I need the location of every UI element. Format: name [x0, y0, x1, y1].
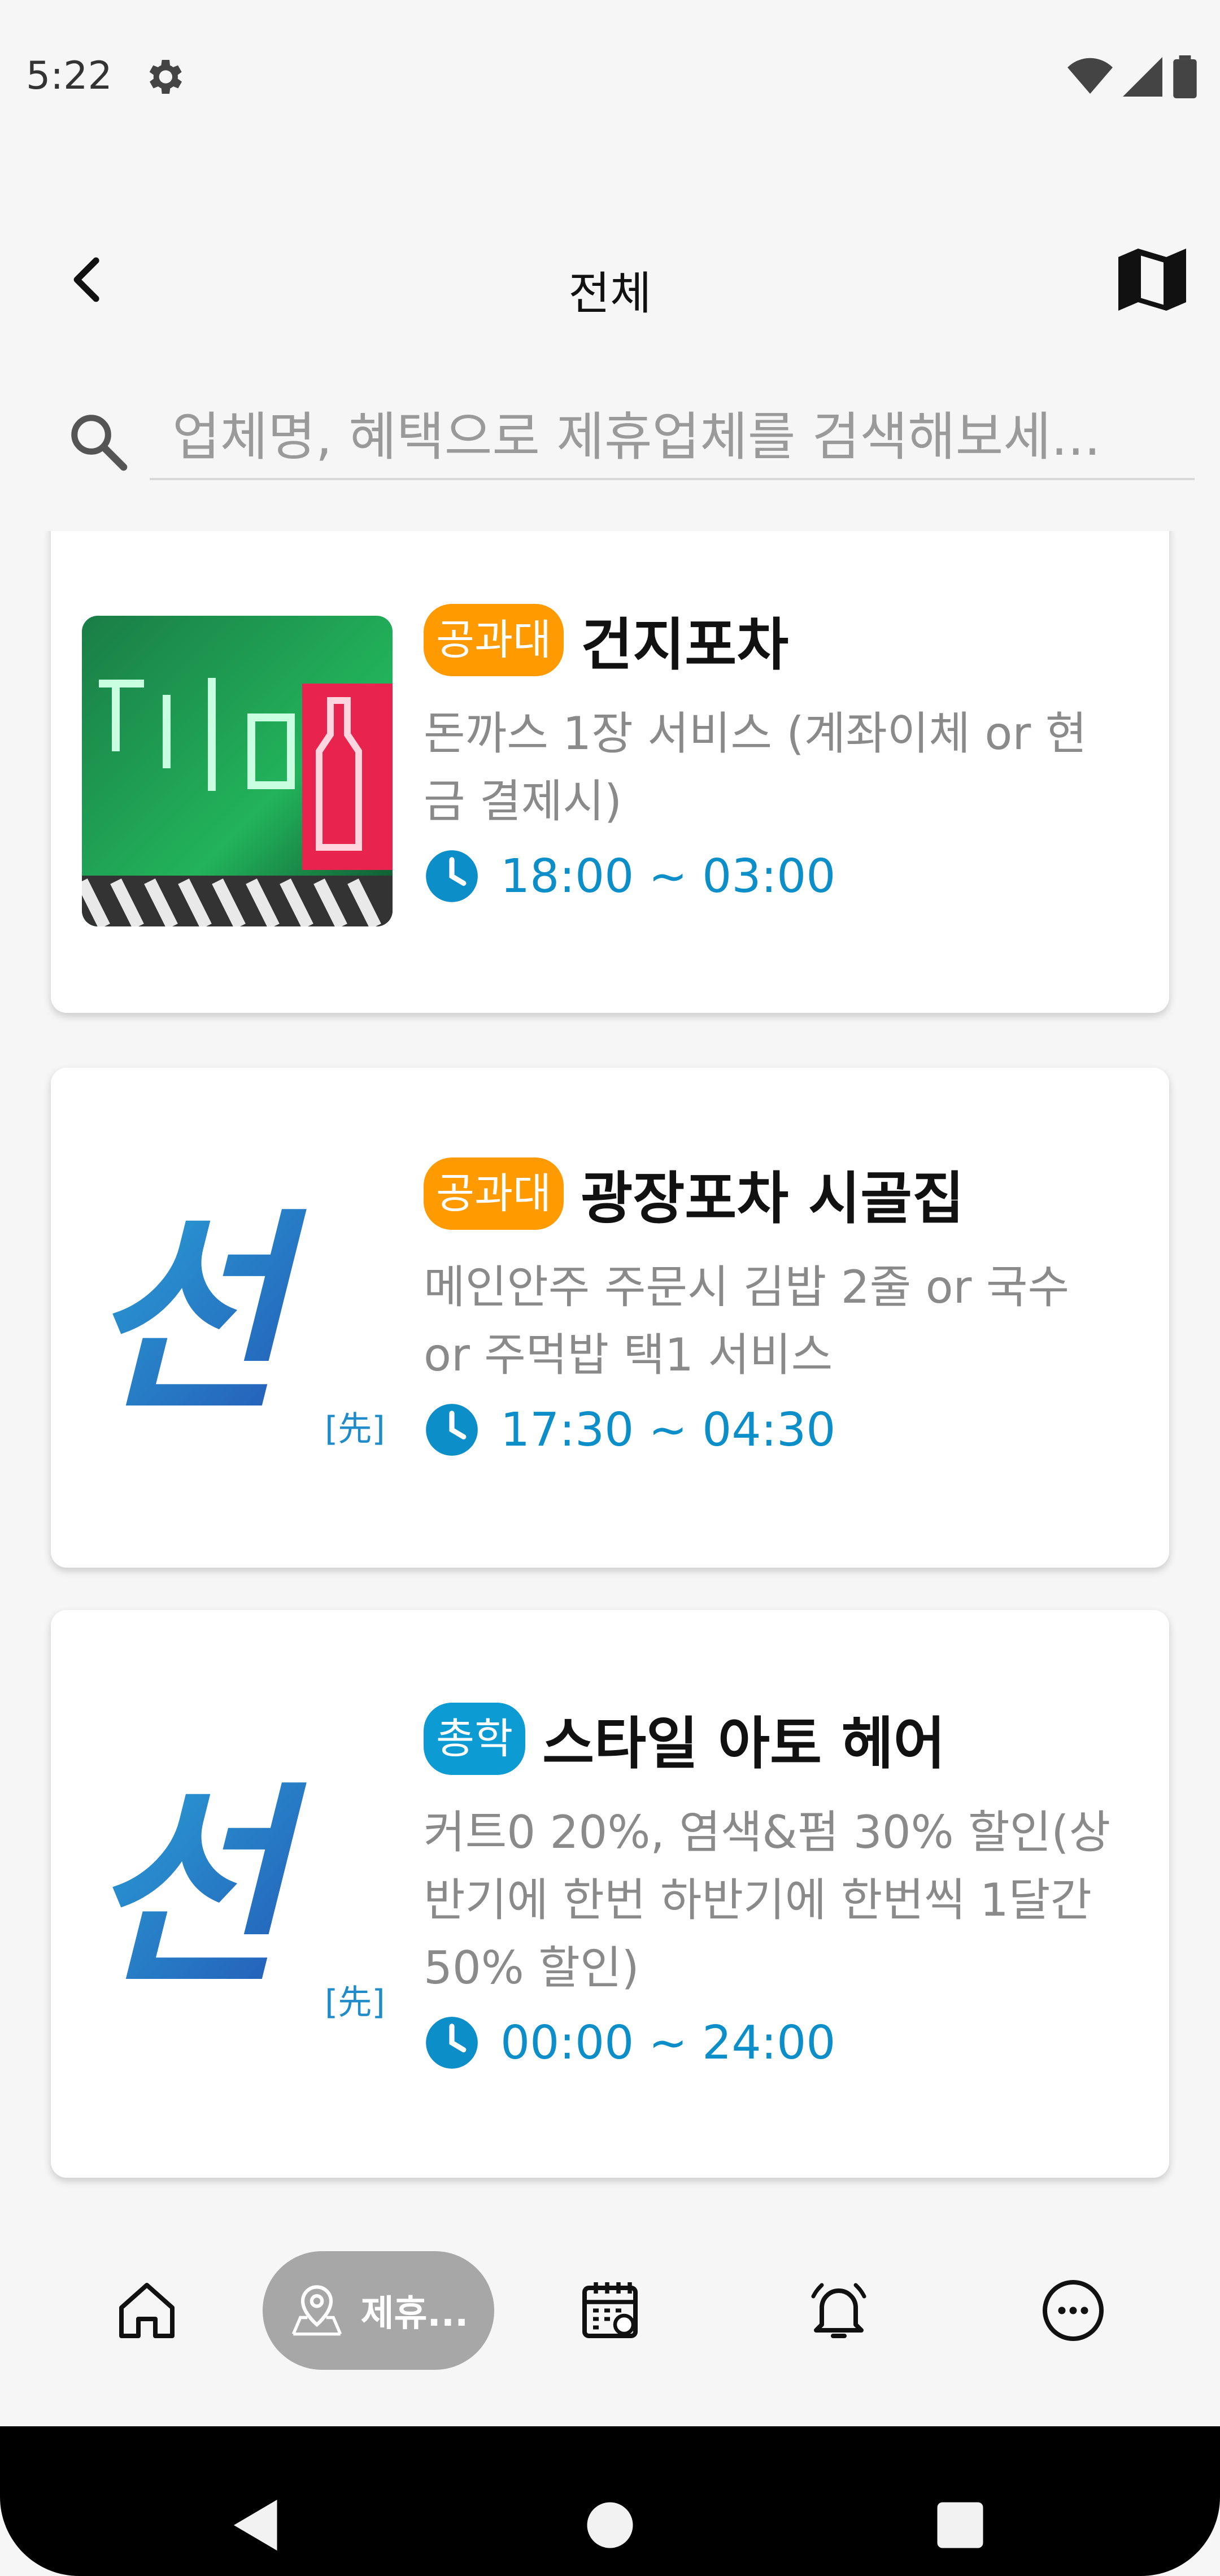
partner-card[interactable]: 선 [先] 공과대 광장포차 시골집 메인안주 주문시 김밥 2줄 or 국수 … [51, 1068, 1169, 1568]
store-thumbnail [82, 616, 393, 926]
store-logo: 선 [先] [82, 1737, 393, 2048]
system-navigation-bar [0, 2426, 1220, 2576]
hours-text: 00:00 ~ 24:00 [500, 2016, 836, 2070]
store-logo: 선 [先] [82, 1164, 393, 1474]
back-triangle-icon[interactable] [229, 2497, 280, 2553]
business-hours: 18:00 ~ 03:00 [424, 848, 1124, 904]
status-time: 5:22 [26, 54, 112, 98]
recents-square-icon[interactable] [935, 2500, 986, 2551]
store-name: 광장포차 시골집 [581, 1165, 965, 1232]
striped-awning [82, 876, 393, 926]
partner-card[interactable]: 공과대 건지포차 돈까스 1장 서비스 (계좌이체 or 현금 결제시) 18:… [51, 531, 1169, 1013]
map-pin-icon [291, 2285, 342, 2336]
svg-text:[先]: [先] [325, 1409, 385, 1449]
settings-gear-icon [149, 60, 182, 94]
benefit-text: 메인안주 주문시 김밥 2줄 or 국수 or 주먹밥 택1 서비스 [424, 1261, 1070, 1381]
category-tag: 총학 [424, 1702, 526, 1775]
clock-icon [426, 850, 478, 902]
neon-sign-image [82, 616, 393, 926]
clock-icon [426, 2017, 478, 2069]
svg-text:[先]: [先] [325, 1983, 385, 2022]
business-hours: 00:00 ~ 24:00 [424, 2014, 1124, 2071]
seon-logo-image: 선 [先] [88, 1764, 385, 2022]
store-name: 스타일 아토 헤어 [542, 1711, 945, 1777]
partner-list[interactable]: 공과대 건지포차 돈까스 1장 서비스 (계좌이체 or 현금 결제시) 18:… [0, 531, 1220, 2195]
nav-item-partners[interactable]: 제휴... [263, 2251, 494, 2370]
category-tag: 공과대 [424, 603, 564, 676]
store-name: 건지포차 [581, 612, 789, 678]
status-icons [1068, 55, 1197, 98]
bell-icon[interactable] [805, 2277, 873, 2344]
partner-card[interactable]: 선 [先] 총학 스타일 아토 헤어 커트0 20%, 염색&펌 30% 할인(… [51, 1610, 1169, 2178]
nav-item-label: 제휴... [360, 2293, 469, 2335]
category-tag: 공과대 [424, 1157, 564, 1230]
status-bar: 5:22 [0, 0, 1220, 153]
hours-text: 17:30 ~ 04:30 [500, 1403, 836, 1457]
clock-icon [426, 1404, 478, 1456]
battery-icon [1173, 55, 1197, 98]
wifi-icon [1068, 58, 1113, 94]
signal-icon [1123, 57, 1162, 97]
svg-text:선: 선 [88, 1190, 309, 1441]
hours-text: 18:00 ~ 03:00 [500, 849, 836, 903]
home-icon[interactable] [113, 2277, 181, 2344]
home-circle-icon[interactable] [585, 2500, 635, 2551]
calendar-icon[interactable] [576, 2277, 644, 2344]
more-icon[interactable] [1039, 2277, 1107, 2344]
search-icon [71, 415, 128, 471]
benefit-text: 커트0 20%, 염색&펌 30% 할인(상반기에 한번 하반기에 한번씩 1달… [424, 1806, 1111, 1994]
business-hours: 17:30 ~ 04:30 [424, 1402, 1124, 1458]
svg-text:선: 선 [88, 1764, 309, 2014]
map-icon[interactable] [1118, 249, 1186, 311]
benefit-text: 돈까스 1장 서비스 (계좌이체 or 현금 결제시) [424, 707, 1087, 828]
search-input[interactable] [150, 395, 1195, 480]
page-title: 전체 [568, 267, 652, 320]
seon-logo-image: 선 [先] [88, 1190, 385, 1449]
